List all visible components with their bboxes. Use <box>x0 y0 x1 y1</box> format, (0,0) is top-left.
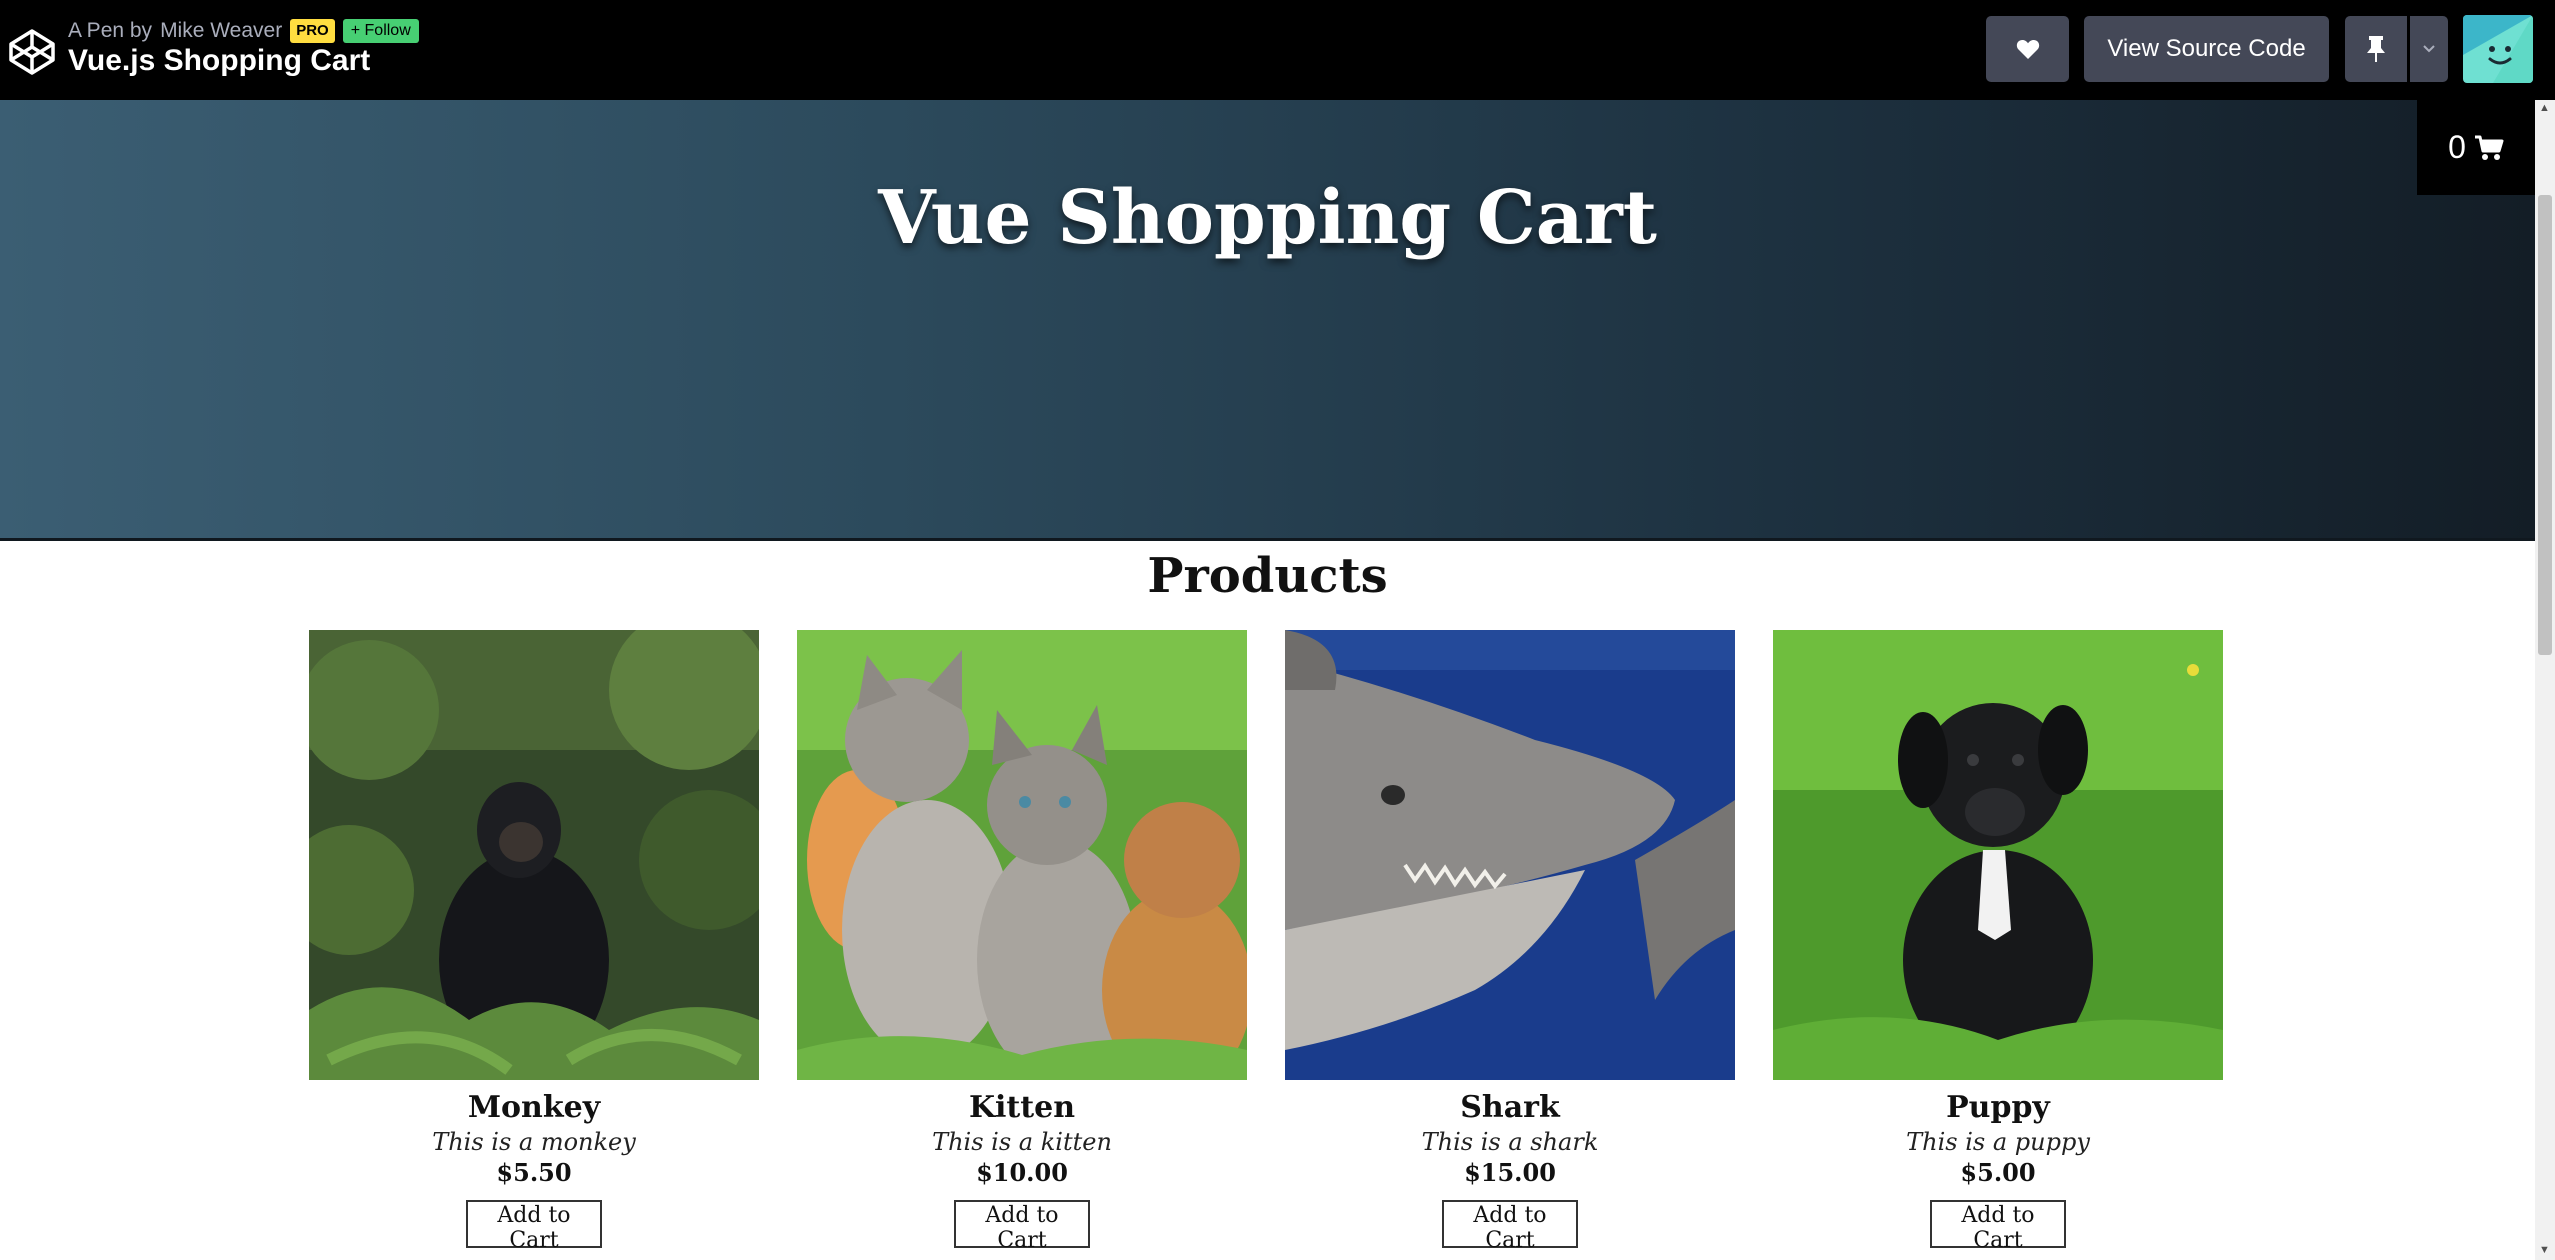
product-description: This is a puppy <box>1906 1128 2090 1156</box>
follow-button[interactable]: + Follow <box>342 19 419 43</box>
hero-banner: Vue Shopping Cart <box>0 100 2535 541</box>
add-to-cart-button[interactable]: Add to Cart <box>954 1200 1090 1253</box>
codepen-logo-icon[interactable] <box>7 27 57 77</box>
product-image-monkey <box>309 630 759 1080</box>
user-avatar[interactable] <box>2463 15 2533 83</box>
view-source-button[interactable]: View Source Code <box>2084 16 2329 82</box>
product-price: $10.00 <box>976 1158 1068 1187</box>
product-description: This is a kitten <box>932 1128 1112 1156</box>
cart-button[interactable]: 0 <box>2417 100 2535 195</box>
product-card: Puppy This is a puppy $5.00 Add to Cart <box>1773 630 2223 1253</box>
product-price: $15.00 <box>1464 1158 1556 1187</box>
pen-prefix: A Pen by <box>68 19 153 42</box>
pen-title: Vue.js Shopping Cart <box>68 44 371 77</box>
codepen-header: A Pen by Mike Weaver PRO + Follow Vue.js… <box>0 0 2555 100</box>
author-link[interactable]: Mike Weaver <box>160 19 282 43</box>
scrollbar-thumb[interactable] <box>2538 195 2552 655</box>
product-card: Monkey This is a monkey $5.50 Add to Car… <box>309 630 759 1253</box>
shopping-cart-icon <box>2474 135 2504 160</box>
products-heading: Products <box>1147 548 1388 604</box>
cart-count: 0 <box>2448 129 2466 165</box>
product-image-puppy <box>1773 630 2223 1080</box>
pin-button[interactable] <box>2345 16 2407 82</box>
pen-meta: A Pen by Mike Weaver PRO + Follow <box>68 17 419 45</box>
heart-icon <box>2016 39 2039 59</box>
scroll-down-arrow-icon[interactable]: ▼ <box>2539 1244 2550 1256</box>
product-name: Monkey <box>467 1090 601 1125</box>
product-image-shark <box>1285 630 1735 1080</box>
add-to-cart-button[interactable]: Add to Cart <box>466 1200 602 1253</box>
scroll-up-arrow-icon[interactable]: ▲ <box>2539 102 2550 114</box>
pro-badge: PRO <box>290 19 335 43</box>
chevron-down-icon <box>2423 45 2435 53</box>
like-button[interactable] <box>1986 16 2069 82</box>
product-price: $5.00 <box>1960 1158 2036 1187</box>
product-image-kitten <box>797 630 1247 1080</box>
add-to-cart-button[interactable]: Add to Cart <box>1442 1200 1578 1253</box>
page-scrollbar[interactable]: ▲ ▼ <box>2535 100 2555 1260</box>
hero-title: Vue Shopping Cart <box>878 175 1657 261</box>
product-card: Kitten This is a kitten $10.00 Add to Ca… <box>797 630 1247 1253</box>
product-card: Shark This is a shark $15.00 Add to Cart <box>1285 630 1735 1253</box>
pin-menu-toggle[interactable] <box>2410 16 2448 82</box>
product-name: Kitten <box>968 1090 1076 1125</box>
product-name: Shark <box>1460 1090 1560 1125</box>
product-name: Puppy <box>1946 1090 2050 1125</box>
add-to-cart-button[interactable]: Add to Cart <box>1930 1200 2066 1253</box>
pin-icon <box>2367 36 2385 62</box>
product-description: This is a shark <box>1421 1128 1599 1156</box>
product-price: $5.50 <box>496 1158 572 1187</box>
product-description: This is a monkey <box>432 1128 636 1156</box>
